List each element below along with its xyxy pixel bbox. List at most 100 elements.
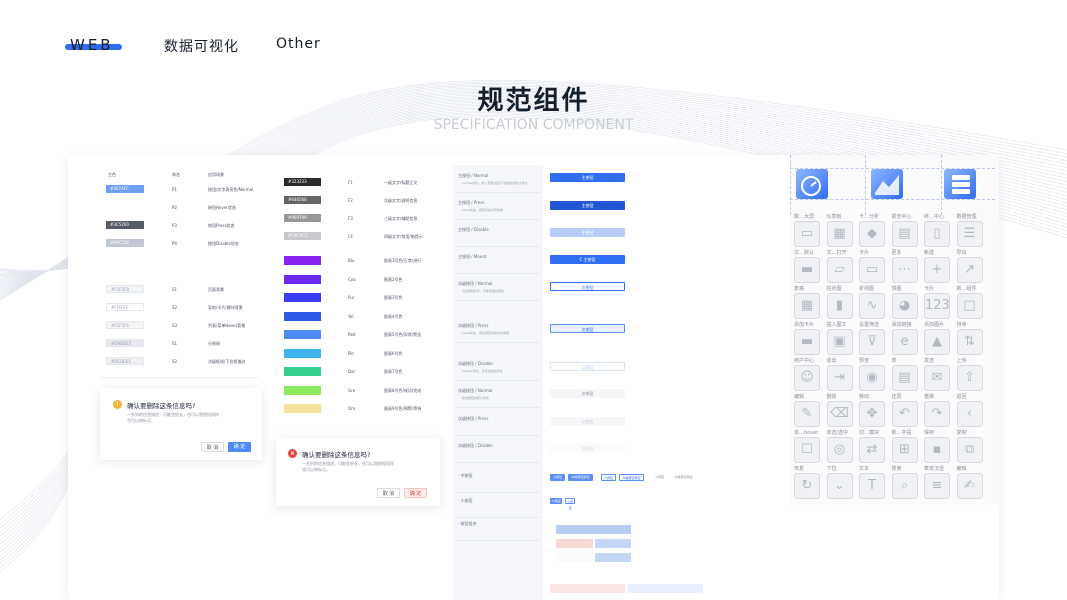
user-icon[interactable]: ☺ (794, 365, 820, 391)
export-icon[interactable]: ↗ (956, 257, 983, 283)
secondary-button-disable[interactable]: 次按钮 (550, 362, 625, 371)
more-icon[interactable]: ⋯ (891, 257, 918, 283)
medium-button-5[interactable]: 小按钮 (652, 474, 667, 481)
redo-icon[interactable]: ↷ (924, 401, 950, 427)
move-icon[interactable]: ✥ (859, 401, 885, 427)
color-name: S3 (172, 323, 178, 328)
icon-label: 排序 (956, 322, 967, 328)
icon-label: 报告中心 (891, 214, 912, 220)
button-state-label: · 中按钮 (458, 473, 473, 478)
icon-label: 删除 (826, 394, 837, 400)
screen-icon[interactable]: ▭ (794, 221, 820, 247)
sort-icon[interactable]: ⇅ (956, 329, 983, 355)
text-button-disable[interactable]: 次按钮 (550, 444, 625, 453)
card-icon[interactable]: ▭ (859, 257, 885, 283)
primary-button-normal[interactable]: 主按钮 (550, 173, 625, 182)
folder-default-icon[interactable]: ▬ (794, 257, 820, 283)
new-component-icon[interactable]: □ (956, 293, 983, 319)
radio-checked-icon[interactable]: ◎ (826, 437, 853, 463)
text-button-normal[interactable]: 次按钮 (550, 389, 625, 398)
medium-button-3[interactable]: 小按钮 (601, 474, 616, 481)
text-icon[interactable]: T (859, 473, 885, 499)
icon-label: 切…模块 (859, 430, 880, 436)
logout-icon[interactable]: ⇥ (826, 365, 853, 391)
icon-label: 卡片 (859, 250, 870, 256)
data-manage-icon[interactable]: ☰ (956, 221, 983, 247)
card-analysis-icon[interactable]: ◆ (859, 221, 885, 247)
edit-icon[interactable]: ✎ (794, 401, 820, 427)
small-button-1[interactable]: 小按钮 (550, 498, 562, 504)
nav-data-visualization[interactable]: 数据可视化 (164, 36, 239, 56)
nav-web[interactable]: WEB (70, 36, 114, 54)
secondary-button-press[interactable]: 次按钮 (550, 324, 625, 333)
col-header-main-color: 主色 (108, 172, 116, 177)
trend-chart-icon (871, 169, 903, 199)
medium-button-2[interactable]: 中等按钮按钮 (568, 474, 593, 481)
nav-other[interactable]: Other (276, 36, 321, 52)
primary-button-loading[interactable]: C 主按钮 (550, 255, 625, 264)
edit2-icon[interactable]: ✍ (956, 473, 983, 499)
chart-color-name: Ora (348, 406, 356, 411)
folder-open-icon[interactable]: ▱ (826, 257, 853, 283)
button-state-label: 次级按钮 / Disable (458, 361, 493, 366)
medium-button-4[interactable]: 中等按钮按钮 (619, 474, 644, 481)
divider (456, 517, 540, 518)
primary-button-disable[interactable]: 主按钮 (550, 228, 625, 237)
number-card-icon[interactable]: 123 (924, 293, 950, 319)
menu-icon[interactable]: ≡ (924, 473, 950, 499)
color-usage: 列表/菜单Hover背景 (208, 323, 246, 328)
preview-icon[interactable]: ◉ (859, 365, 885, 391)
restore-icon[interactable]: ↻ (794, 473, 820, 499)
undo-icon[interactable]: ↶ (891, 401, 918, 427)
medium-button-6[interactable]: 中等按钮按钮 (671, 474, 696, 481)
upload-icon[interactable]: ⇧ (956, 365, 983, 391)
danger-button-light[interactable] (550, 584, 625, 593)
copy-icon[interactable]: ⧉ (956, 437, 983, 463)
image-icon[interactable]: ▲ (924, 329, 950, 355)
delete-icon[interactable]: ⌫ (826, 401, 853, 427)
button-group-secondary-2[interactable] (595, 553, 631, 562)
text-button-press[interactable]: 次按钮 (550, 417, 625, 426)
line-chart-icon[interactable]: ∿ (859, 293, 885, 319)
back-icon[interactable]: ‹ (956, 401, 983, 427)
checkbox-hover-icon[interactable]: ☐ (794, 437, 820, 463)
sheet-icon[interactable]: ▤ (891, 365, 918, 391)
warning-dialog-cancel-button[interactable]: 取 消 (201, 442, 224, 452)
small-button-2[interactable]: 小按钮 (565, 498, 575, 510)
icon-label: 插入图文 (826, 322, 847, 328)
report-icon[interactable]: ▤ (891, 221, 918, 247)
icon-label: 文本 (859, 466, 870, 472)
secondary-button-normal[interactable]: 次按钮 (550, 282, 625, 291)
warning-dialog-ok-button[interactable]: 确 定 (228, 442, 251, 452)
button-group-secondary[interactable] (595, 539, 631, 548)
icon-label: 表 (891, 358, 897, 364)
send-icon[interactable]: ✉ (924, 365, 950, 391)
danger-dialog-ok-button[interactable]: 确 定 (404, 488, 427, 498)
save-icon[interactable]: ▪ (924, 437, 950, 463)
button-group-primary[interactable] (556, 525, 631, 534)
new-field-icon[interactable]: ⊞ (891, 437, 918, 463)
search-icon[interactable]: ⌕ (891, 473, 918, 499)
primary-button-press[interactable]: 主按钮 (550, 201, 625, 210)
add-card-icon[interactable]: ▬ (794, 329, 820, 355)
chart-color-name: Gre (348, 387, 356, 393)
switch-module-icon[interactable]: ⇄ (859, 437, 885, 463)
dropdown-icon[interactable]: ⌄ (826, 473, 853, 499)
pie-chart-icon[interactable]: ◕ (891, 293, 918, 319)
danger-dialog-cancel-button[interactable]: 取 消 (377, 488, 400, 498)
text-color-usage: 一级文字/标题正文 (384, 180, 418, 185)
add-icon[interactable]: + (924, 257, 950, 283)
insert-image-icon[interactable]: ▣ (826, 329, 853, 355)
link-icon[interactable]: e (891, 329, 918, 355)
info-button-light[interactable] (628, 584, 703, 593)
button-group-danger[interactable] (556, 539, 593, 548)
bar-chart-icon[interactable]: ▮ (826, 293, 853, 319)
medium-button-1[interactable]: 小按钮 (550, 474, 565, 481)
terminal-icon[interactable]: ▯ (924, 221, 950, 247)
filter-icon[interactable]: ⊽ (859, 329, 885, 355)
button-state-label: 次级按钮 / Normal (458, 281, 493, 286)
chart-color-swatch (284, 311, 321, 321)
button-group-text[interactable] (556, 553, 593, 562)
dashboard-icon[interactable]: ▦ (826, 221, 853, 247)
table-icon[interactable]: ▦ (794, 293, 820, 319)
